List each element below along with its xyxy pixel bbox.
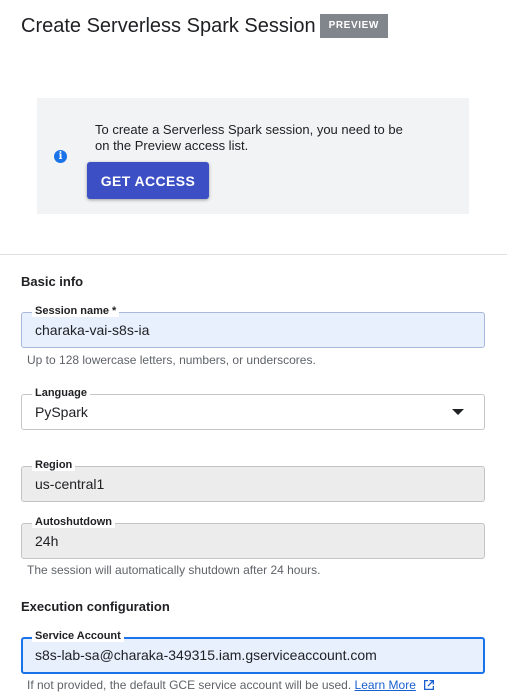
divider <box>0 254 507 255</box>
page-header: Create Serverless Spark Session PREVIEW <box>21 14 388 38</box>
preview-badge: PREVIEW <box>319 14 388 38</box>
external-link-icon[interactable] <box>423 679 435 691</box>
basic-info-heading: Basic info <box>21 274 84 289</box>
get-access-button[interactable]: GET ACCESS <box>87 162 209 199</box>
info-icon: i <box>54 150 67 163</box>
region-value: us-central1 <box>35 476 105 492</box>
language-value[interactable]: PySpark <box>35 404 88 420</box>
autoshutdown-label: Autoshutdown <box>32 516 115 528</box>
dropdown-arrow-icon[interactable] <box>452 409 464 415</box>
service-account-value[interactable]: s8s-lab-sa@charaka-349315.iam.gserviceac… <box>35 647 377 663</box>
session-name-label: Session name * <box>32 305 120 317</box>
service-account-hint: If not provided, the default GCE service… <box>27 678 435 692</box>
autoshutdown-value: 24h <box>35 533 59 549</box>
autoshutdown-hint: The session will automatically shutdown … <box>27 563 321 577</box>
learn-more-link[interactable]: Learn More <box>355 678 416 692</box>
service-account-label: Service Account <box>32 630 124 642</box>
session-name-hint: Up to 128 lowercase letters, numbers, or… <box>27 353 316 367</box>
region-label: Region <box>32 459 76 471</box>
banner-text: To create a Serverless Spark session, yo… <box>95 122 403 153</box>
access-banner: i To create a Serverless Spark session, … <box>37 98 469 214</box>
service-account-field[interactable]: Service Account s8s-lab-sa@charaka-34931… <box>21 630 485 674</box>
autoshutdown-field: Autoshutdown 24h <box>21 516 485 559</box>
execution-config-heading: Execution configuration <box>21 599 170 614</box>
session-name-value[interactable]: charaka-vai-s8s-ia <box>35 322 149 338</box>
language-select[interactable]: Language PySpark <box>21 387 485 430</box>
language-label: Language <box>32 387 90 399</box>
service-account-hint-text: If not provided, the default GCE service… <box>27 678 352 692</box>
page-title: Create Serverless Spark Session <box>21 14 316 37</box>
session-name-field[interactable]: Session name * charaka-vai-s8s-ia <box>21 305 485 348</box>
region-field: Region us-central1 <box>21 459 485 502</box>
